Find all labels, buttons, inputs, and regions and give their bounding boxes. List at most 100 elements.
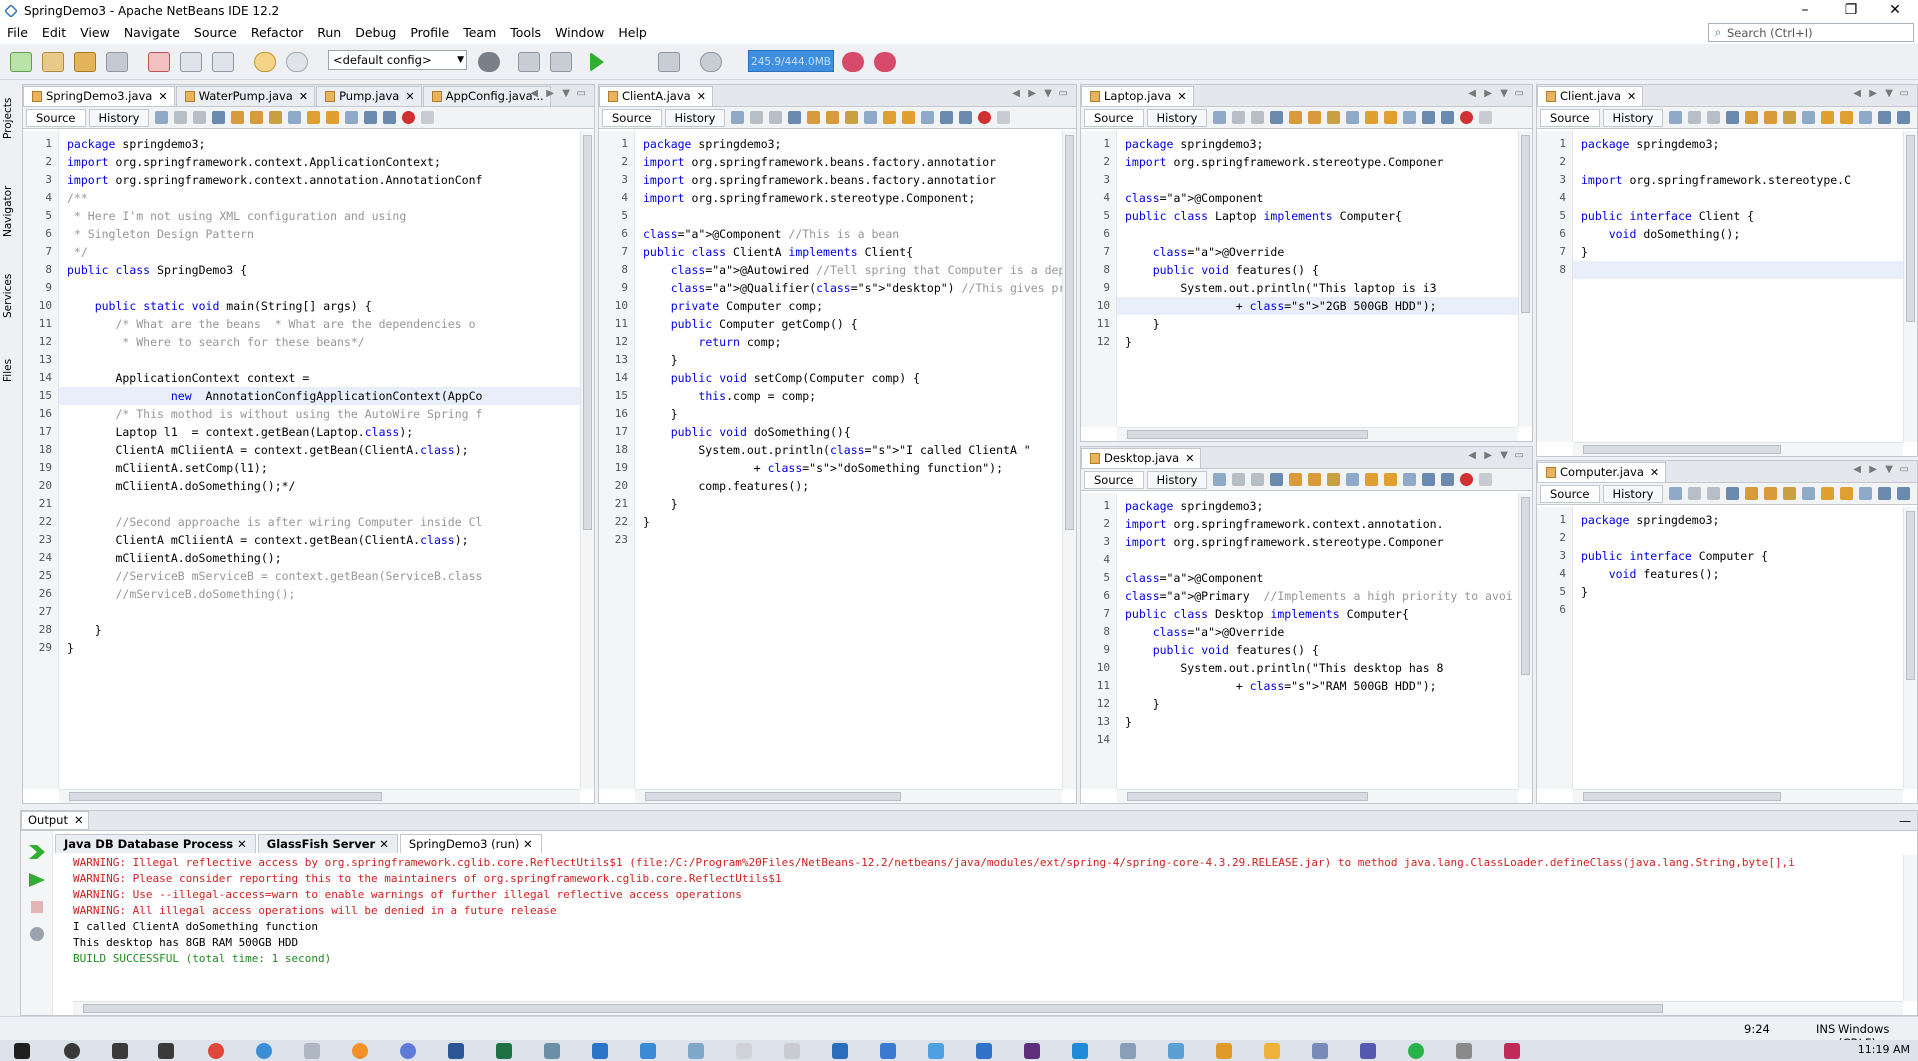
side-tab-projects[interactable]: Projects: [2, 88, 18, 148]
maximize-icon[interactable]: ❐: [1828, 0, 1874, 22]
windows-start-icon[interactable]: [14, 1043, 30, 1059]
firefox-icon[interactable]: [352, 1043, 368, 1059]
chevron-left-icon[interactable]: ◀: [1468, 88, 1476, 99]
toggle-highlight-icon[interactable]: [1327, 111, 1341, 124]
menu-help[interactable]: Help: [611, 22, 654, 44]
chevron-right-icon[interactable]: ▶: [1484, 450, 1492, 461]
settings-icon[interactable]: [30, 927, 44, 941]
find-prev-icon[interactable]: [1289, 473, 1303, 486]
memory-indicator[interactable]: 245.9/444.0MB: [748, 50, 834, 72]
prev-bookmark-icon[interactable]: [307, 111, 321, 124]
app-icon[interactable]: [928, 1043, 944, 1059]
find-prev-icon[interactable]: [1289, 111, 1303, 124]
maximize-pane-icon[interactable]: ▭: [577, 88, 586, 99]
back-icon[interactable]: [1232, 111, 1246, 124]
toggle-rect-select-icon[interactable]: [1802, 487, 1816, 500]
prev-bookmark-icon[interactable]: [1365, 473, 1379, 486]
app-icon[interactable]: [1024, 1043, 1040, 1059]
excel-icon[interactable]: [496, 1043, 512, 1059]
menu-tools[interactable]: Tools: [503, 22, 548, 44]
forward-icon[interactable]: [769, 111, 783, 124]
scroll-thumb[interactable]: [583, 135, 592, 530]
chevron-right-icon[interactable]: ▶: [1484, 88, 1492, 99]
calculator-icon[interactable]: [592, 1043, 608, 1059]
vertical-scrollbar[interactable]: [1903, 507, 1917, 789]
prev-bookmark-icon[interactable]: [883, 111, 897, 124]
stop-icon[interactable]: [31, 901, 43, 913]
find-next-icon[interactable]: [1308, 111, 1322, 124]
vertical-scrollbar[interactable]: [1518, 131, 1532, 427]
shift-right-icon[interactable]: [1441, 473, 1455, 486]
close-tab-icon[interactable]: ✕: [1650, 463, 1659, 482]
macro-stop-icon[interactable]: [997, 111, 1011, 124]
copy-icon[interactable]: [180, 52, 202, 72]
history-view-button[interactable]: History: [1146, 470, 1208, 489]
horizontal-scrollbar[interactable]: [1117, 427, 1518, 441]
history-view-button[interactable]: History: [1146, 108, 1208, 127]
find-prev-icon[interactable]: [231, 111, 245, 124]
chevron-right-icon[interactable]: ▶: [546, 88, 554, 99]
chevron-down-icon[interactable]: ▼: [562, 88, 570, 99]
chevron-right-icon[interactable]: ▶: [1869, 88, 1877, 99]
toggle-highlight-icon[interactable]: [1783, 487, 1797, 500]
last-edit-icon[interactable]: [155, 111, 169, 124]
netbeans-taskbar-icon[interactable]: [1168, 1043, 1184, 1059]
word-icon[interactable]: [448, 1043, 464, 1059]
scroll-thumb[interactable]: [645, 792, 902, 801]
toggle-highlight-icon[interactable]: [269, 111, 283, 124]
redo-icon[interactable]: [286, 52, 308, 72]
shift-right-icon[interactable]: [1897, 111, 1911, 124]
app-icon[interactable]: [1120, 1043, 1136, 1059]
find-prev-icon[interactable]: [807, 111, 821, 124]
insert-mode[interactable]: INS: [1816, 1022, 1835, 1036]
back-icon[interactable]: [750, 111, 764, 124]
toggle-highlight-icon[interactable]: [845, 111, 859, 124]
toggle-bookmark-icon[interactable]: [345, 111, 359, 124]
next-bookmark-icon[interactable]: [1840, 487, 1854, 500]
toggle-bookmark-icon[interactable]: [1859, 111, 1873, 124]
macro-record-icon[interactable]: [402, 111, 416, 124]
close-tab-icon[interactable]: ✕: [158, 87, 167, 106]
shift-left-icon[interactable]: [364, 111, 378, 124]
source-view-button[interactable]: Source: [1540, 108, 1600, 127]
prev-bookmark-icon[interactable]: [1821, 111, 1835, 124]
photos-icon[interactable]: [688, 1043, 704, 1059]
shift-left-icon[interactable]: [1878, 487, 1892, 500]
menu-window[interactable]: Window: [548, 22, 611, 44]
menu-source[interactable]: Source: [187, 22, 244, 44]
back-icon[interactable]: [1688, 487, 1702, 500]
chevron-down-icon[interactable]: ▼: [1885, 88, 1893, 99]
maximize-pane-icon[interactable]: ▭: [1515, 450, 1524, 461]
vertical-scrollbar[interactable]: [1062, 131, 1076, 789]
find-prev-icon[interactable]: [1745, 487, 1759, 500]
horizontal-scrollbar[interactable]: [635, 789, 1062, 803]
toggle-highlight-icon[interactable]: [1783, 111, 1797, 124]
find-icon[interactable]: [1270, 473, 1284, 486]
scroll-thumb[interactable]: [1583, 792, 1781, 801]
menu-view[interactable]: View: [73, 22, 117, 44]
app-icon[interactable]: [976, 1043, 992, 1059]
app-icon[interactable]: [400, 1043, 416, 1059]
app-icon[interactable]: [1312, 1043, 1328, 1059]
prev-bookmark-icon[interactable]: [1821, 487, 1835, 500]
file-tab[interactable]: Desktop.java ✕: [1081, 448, 1202, 468]
mail-icon[interactable]: [640, 1043, 656, 1059]
side-tab-files[interactable]: Files: [2, 350, 18, 390]
maximize-pane-icon[interactable]: ▭: [1900, 464, 1909, 475]
new-project-icon[interactable]: [42, 52, 64, 72]
minimize-output-icon[interactable]: —: [1899, 814, 1911, 828]
last-edit-icon[interactable]: [1213, 111, 1227, 124]
task-view-icon[interactable]: [158, 1043, 174, 1059]
last-edit-icon[interactable]: [731, 111, 745, 124]
maximize-pane-icon[interactable]: ▭: [1059, 88, 1068, 99]
toggle-bookmark-icon[interactable]: [1403, 111, 1417, 124]
close-icon[interactable]: ✕: [379, 837, 389, 851]
shift-right-icon[interactable]: [383, 111, 397, 124]
chevron-down-icon[interactable]: ▼: [1500, 88, 1508, 99]
toggle-bookmark-icon[interactable]: [921, 111, 935, 124]
output-vertical-scrollbar[interactable]: [1903, 855, 1917, 1001]
chevron-down-icon[interactable]: ▼: [1500, 450, 1508, 461]
scroll-thumb[interactable]: [1583, 445, 1781, 454]
run-icon[interactable]: [590, 52, 604, 72]
scroll-thumb[interactable]: [1065, 135, 1074, 530]
